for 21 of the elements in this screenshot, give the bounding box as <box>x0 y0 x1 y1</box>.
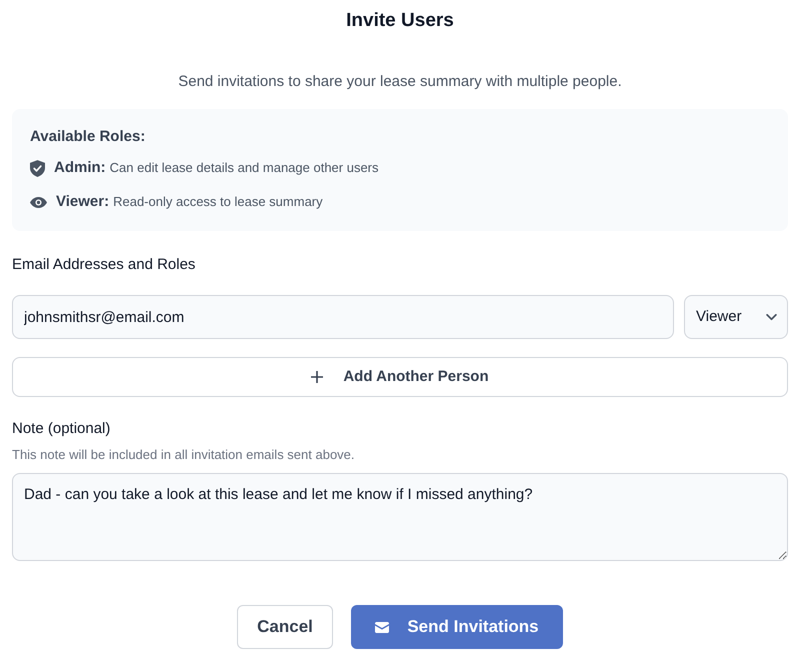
shield-check-icon <box>30 160 45 176</box>
invitees-label: Email Addresses and Roles <box>12 255 196 275</box>
roles-heading: Available Roles: <box>30 127 146 147</box>
role-description: Can edit lease details and manage other users <box>110 159 379 178</box>
email-field[interactable]: johnsmithsr@email.com <box>12 295 674 339</box>
role-name: Admin: <box>54 158 106 178</box>
add-person-button[interactable]: Add Another Person <box>12 357 788 397</box>
envelope-icon <box>375 622 390 632</box>
plus-icon <box>311 371 324 383</box>
send-invitations-button[interactable]: Send Invitations <box>351 605 563 649</box>
cancel-button[interactable]: Cancel <box>237 605 333 649</box>
dialog-subtitle: Send invitations to share your lease summary with multiple people. <box>177 72 623 92</box>
eye-icon <box>30 196 47 208</box>
note-hint: This note will be included in all invitation emails sent above. <box>12 447 356 463</box>
chevron-down-icon <box>766 314 777 320</box>
role-description: Read-only access to lease summary <box>113 193 323 212</box>
dialog-title: Invite Users <box>345 9 455 33</box>
note-label: Note (optional) <box>12 419 112 439</box>
role-select[interactable]: Viewer <box>684 295 788 339</box>
role-name: Viewer: <box>56 192 110 212</box>
note-field[interactable]: Dad - can you take a look at this lease and let me know if I missed anything? <box>12 473 788 561</box>
